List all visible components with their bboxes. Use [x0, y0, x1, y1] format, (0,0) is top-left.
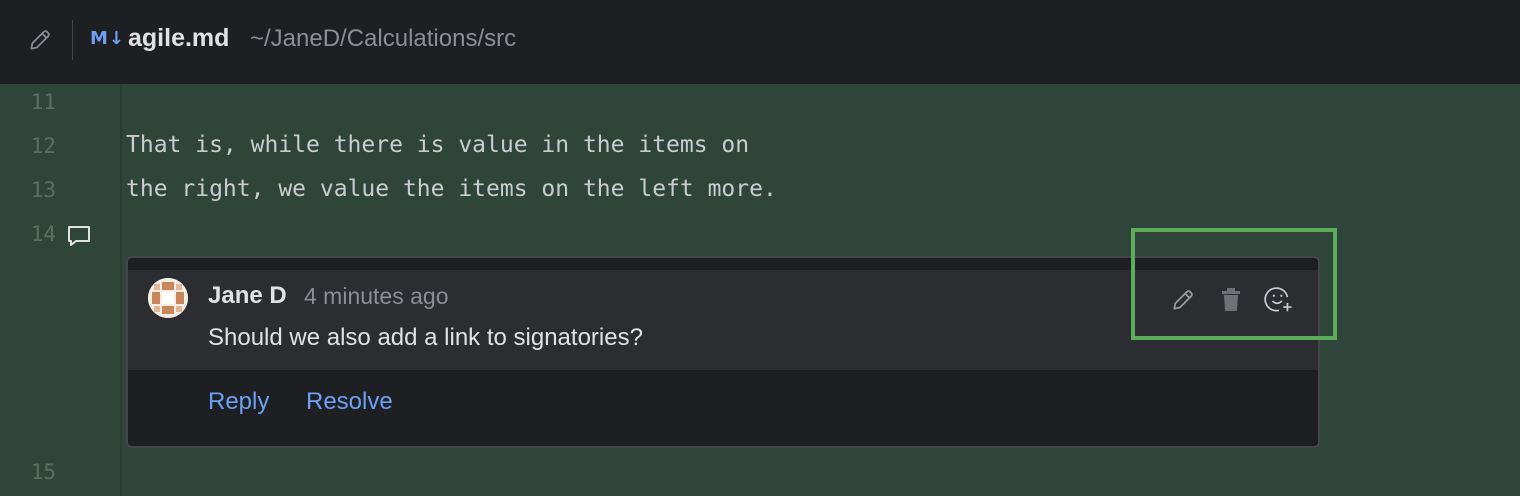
- comment: Jane D 4 minutes ago Should we also add …: [128, 270, 1318, 370]
- header-divider: [72, 20, 73, 60]
- code-line[interactable]: the right, we value the items on the lef…: [126, 176, 777, 202]
- comment-text: Should we also add a link to signatories…: [208, 324, 643, 351]
- comment-thread: Jane D 4 minutes ago Should we also add …: [126, 256, 1320, 448]
- editor-tab-header: M↓ agile.md ~/JaneD/Calculations/src: [0, 0, 1520, 84]
- avatar: [148, 278, 188, 318]
- line-number: 11: [30, 90, 56, 114]
- line-number: 15: [30, 460, 56, 484]
- add-reaction-icon: [1264, 287, 1292, 312]
- edit-comment-button[interactable]: [1168, 285, 1198, 315]
- line-number: 13: [30, 178, 56, 202]
- editor-area[interactable]: 11 12 13 14 15 That is, while there is v…: [0, 84, 1520, 496]
- add-reaction-button[interactable]: [1264, 285, 1294, 315]
- comment-author: Jane D: [208, 282, 287, 309]
- edit-mode-button[interactable]: [26, 26, 54, 54]
- pencil-icon: [30, 30, 50, 50]
- line-number: 12: [30, 134, 56, 158]
- code-line[interactable]: That is, while there is value in the ite…: [126, 132, 749, 158]
- line-number: 14: [30, 222, 56, 246]
- resolve-button[interactable]: Resolve: [306, 388, 393, 416]
- delete-comment-button[interactable]: [1216, 285, 1246, 315]
- comment-icon: [68, 226, 90, 246]
- reply-button[interactable]: Reply: [208, 388, 269, 416]
- comment-actions: [1168, 282, 1294, 318]
- file-name: agile.md: [128, 24, 230, 52]
- markdown-file-icon: M↓: [90, 28, 125, 49]
- gutter-divider: [120, 84, 122, 496]
- file-path: ~/JaneD/Calculations/src: [250, 25, 517, 52]
- trash-icon: [1222, 288, 1240, 311]
- comment-timestamp: 4 minutes ago: [304, 283, 449, 309]
- gutter-comment-button[interactable]: [66, 224, 92, 248]
- pencil-icon: [1173, 290, 1193, 310]
